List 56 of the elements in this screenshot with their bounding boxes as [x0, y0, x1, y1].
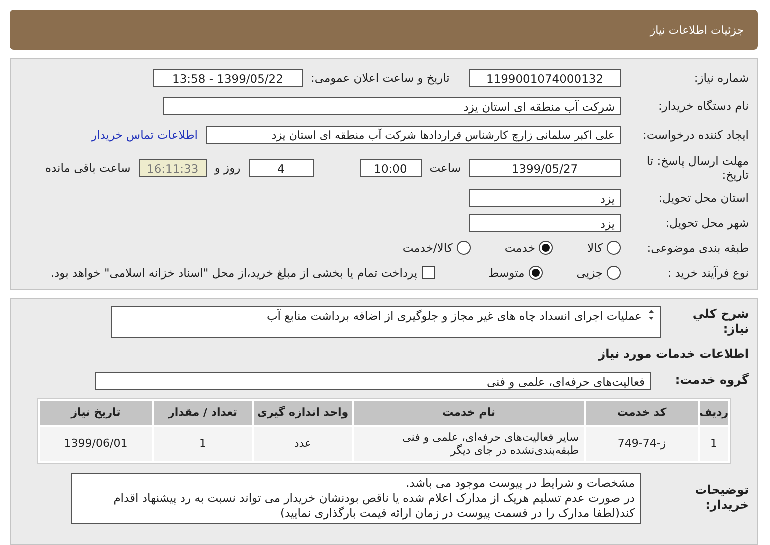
province-field[interactable]: یزد [469, 188, 621, 207]
column-header: تاریخ نیاز [40, 400, 152, 425]
radio-button[interactable] [456, 240, 471, 255]
checkbox[interactable] [422, 266, 435, 280]
table-cell: 1 [154, 426, 252, 461]
radio-label: خدمت [504, 240, 536, 255]
remaining-label: ساعت باقی مانده [46, 161, 131, 176]
radio-button[interactable] [607, 266, 621, 280]
column-header: واحد اندازه گیری [254, 400, 352, 425]
radio-label: کالا [587, 240, 603, 255]
service-group-field[interactable]: فعالیت‌های حرفه‌ای، علمی و فنی [95, 372, 651, 390]
table-cell: سایر فعالیت‌های حرفه‌ای، علمی و فنی طبقه‌بندی‌نشده در جای دیگر [354, 426, 584, 461]
days-label: روز و [214, 161, 241, 176]
deadline-time-field[interactable]: 10:00 [360, 159, 422, 178]
column-header: نام خدمت [354, 400, 584, 425]
description-field[interactable]: عملیات اجرای انسداد چاه های غیر مجاز و جلوگیری از اضافه برداشت منابع آب [111, 306, 661, 338]
table-cell: 1 [700, 426, 728, 461]
field-label: تاریخ و ساعت اعلان عمومی: [311, 70, 451, 86]
radio-label: جزیی [576, 266, 603, 280]
field-label: شماره نیاز: [693, 70, 749, 86]
buyer-notes-field[interactable]: مشخصات و شرایط در پیوست موجود می باشد. در صورت عدم تسلیم هریک از مدارک اعلام شده یا ناقص بودنشان خریدار می تواند نسبت به رد پیشنهاد اقدام کند(لطفا مدارک را در قسمت پیوست در زمان ارائه قیمت بارگذاری نمایید) [71, 472, 641, 524]
radio-label: کالا/خدمت [402, 240, 453, 255]
remaining-time-field: 16:11:33 [138, 159, 207, 178]
radio-label: متوسط [488, 266, 525, 280]
requester-field[interactable]: علی اکبر سلمانی زارچ کارشناس قراردادها شرکت آب منطقه ای استان یزد [206, 126, 621, 144]
buyer-org-field[interactable]: شرکت آب منطقه ای استان یزد [163, 97, 621, 115]
buyer-contact-link[interactable]: اطلاعات تماس خریدار [91, 128, 198, 142]
field-label: شرح کلي نیاز: [692, 306, 749, 337]
scroll-arrows-icon[interactable] [648, 308, 655, 321]
field-label: مهلت ارسال پاسخ: تا تاریخ: [646, 154, 749, 183]
table-cell: ز-74-749 [586, 426, 698, 461]
field-label: توضیحات خریدار: [694, 483, 749, 514]
need-number-field[interactable]: 1199001074000132 [469, 69, 621, 87]
column-header: تعداد / مقدار [154, 400, 252, 425]
time-label: ساعت [430, 161, 461, 176]
field-label: استان محل تحویل: [658, 190, 749, 205]
deadline-date-field[interactable]: 1399/05/27 [469, 159, 621, 178]
section-heading: اطلاعات خدمات مورد نیاز [597, 347, 749, 362]
field-label: نام دستگاه خریدار: [657, 98, 749, 114]
table-cell: 1399/06/01 [40, 426, 152, 461]
city-field[interactable]: یزد [469, 214, 621, 232]
field-label: ایجاد کننده درخواست: [642, 128, 749, 142]
field-label: نوع فرآیند خرید : [666, 266, 749, 280]
radio-button[interactable] [539, 240, 554, 255]
payment-note: پرداخت تمام یا بخشی از مبلغ خرید،از محل "اسناد خزانه اسلامی" خواهد بود. [50, 266, 418, 280]
column-header: کد خدمت [586, 400, 698, 425]
field-label: شهر محل تحویل: [664, 216, 749, 230]
field-label: طبقه بندی موضوعی: [646, 240, 749, 255]
field-label: گروه خدمت: [674, 373, 749, 388]
column-header: ردیف [700, 400, 728, 425]
radio-button[interactable] [607, 240, 621, 255]
days-field[interactable]: 4 [248, 159, 314, 178]
table-cell: عدد [254, 426, 352, 461]
page-header: جزئیات اطلاعات نیاز [10, 10, 758, 50]
announce-date-field[interactable]: 1399/05/22 - 13:58 [153, 69, 303, 87]
radio-button[interactable] [528, 266, 543, 280]
